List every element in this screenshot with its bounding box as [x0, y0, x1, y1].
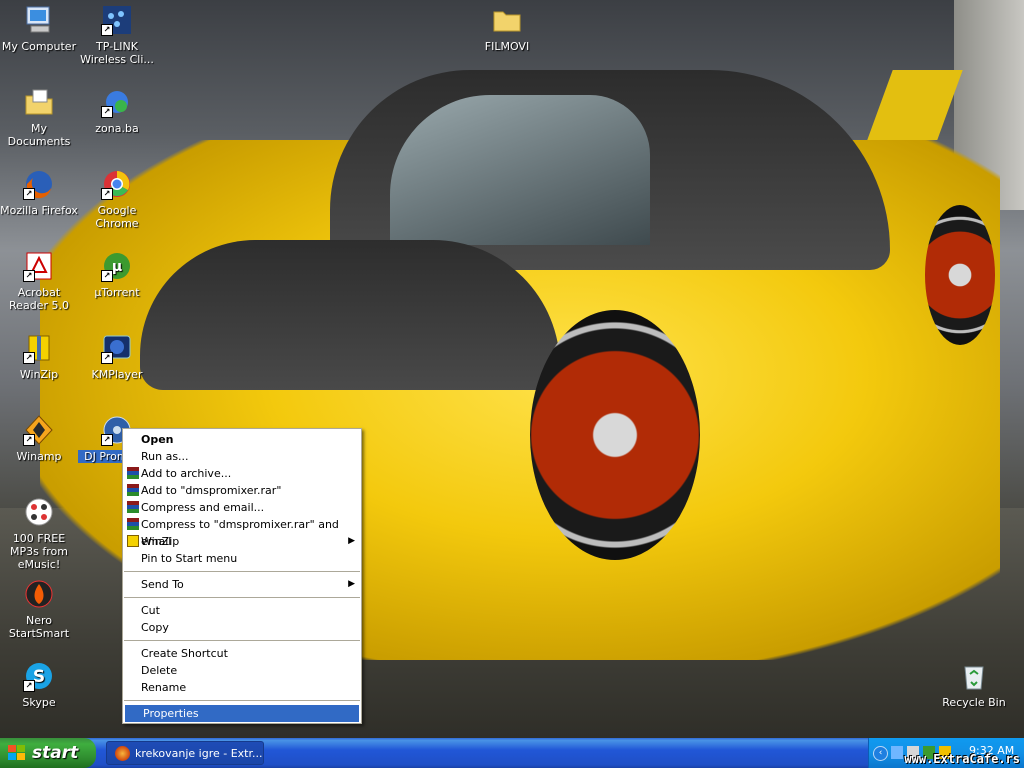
desktop-icon-my-documents[interactable]: My Documents	[0, 86, 78, 148]
desktop-icon-emusic[interactable]: 100 FREE MP3s from eMusic!	[0, 496, 78, 571]
winamp-icon: ↗	[23, 414, 55, 446]
watermark: www.ExtraCafe.rs	[904, 752, 1020, 766]
network-shortcut-icon: ↗	[101, 86, 133, 118]
winrar-icon	[127, 501, 139, 513]
windows-logo-icon	[8, 745, 26, 761]
desktop-icon-kmplayer[interactable]: ↗ KMPlayer	[78, 332, 156, 381]
menu-item-compress-and-email[interactable]: Compress and email...	[123, 499, 361, 516]
firefox-icon: ↗	[23, 168, 55, 200]
computer-icon	[23, 4, 55, 36]
winrar-icon	[127, 484, 139, 496]
desktop[interactable]: My Computer ↗ TP-LINK Wireless Cli... FI…	[0, 0, 1024, 738]
submenu-arrow-icon: ▶	[348, 536, 355, 546]
desktop-icon-utorrent[interactable]: µ ↗ µTorrent	[78, 250, 156, 299]
shortcut-arrow-icon: ↗	[23, 352, 35, 364]
svg-text:µ: µ	[112, 259, 122, 275]
shortcut-arrow-icon: ↗	[101, 434, 113, 446]
menu-separator	[124, 640, 360, 641]
winrar-icon	[127, 518, 139, 530]
menu-item-create-shortcut[interactable]: Create Shortcut	[123, 645, 361, 662]
skype-icon: S ↗	[23, 660, 55, 692]
menu-item-open[interactable]: Open	[123, 431, 361, 448]
kmplayer-icon: ↗	[101, 332, 133, 364]
start-button[interactable]: start	[0, 738, 96, 768]
desktop-icon-my-computer[interactable]: My Computer	[0, 4, 78, 53]
shortcut-arrow-icon: ↗	[23, 434, 35, 446]
wallpaper-spoiler	[867, 70, 963, 140]
menu-item-compress-to-rar-and-email[interactable]: Compress to "dmspromixer.rar" and email	[123, 516, 361, 548]
menu-item-pin-to-start-menu[interactable]: Pin to Start menu	[123, 550, 361, 567]
context-menu: Open Run as... Add to archive... Add to …	[122, 428, 362, 724]
shortcut-arrow-icon: ↗	[101, 352, 113, 364]
acrobat-icon: ↗	[23, 250, 55, 282]
network-icon[interactable]	[891, 746, 903, 759]
desktop-icon-winzip[interactable]: ↗ WinZip	[0, 332, 78, 381]
menu-separator	[124, 597, 360, 598]
winzip-icon	[127, 535, 139, 547]
start-label: start	[32, 743, 79, 763]
menu-item-add-to-archive[interactable]: Add to archive...	[123, 465, 361, 482]
taskbar: start krekovanje igre - Extr... ‹ 9:32 A…	[0, 738, 1024, 768]
emusic-icon	[23, 496, 55, 528]
desktop-icon-google-chrome[interactable]: ↗ Google Chrome	[78, 168, 156, 230]
submenu-arrow-icon: ▶	[348, 579, 355, 589]
taskbar-button-firefox-window[interactable]: krekovanje igre - Extr...	[106, 741, 264, 765]
recycle-bin-icon	[958, 660, 990, 692]
menu-item-run-as[interactable]: Run as...	[123, 448, 361, 465]
chrome-icon: ↗	[101, 168, 133, 200]
shortcut-arrow-icon: ↗	[23, 680, 35, 692]
shortcut-arrow-icon: ↗	[101, 106, 113, 118]
shortcut-arrow-icon: ↗	[23, 270, 35, 282]
wallpaper-rear-wheel	[925, 205, 995, 345]
desktop-icon-skype[interactable]: S ↗ Skype	[0, 660, 78, 709]
show-hidden-icons-chevron-icon[interactable]: ‹	[873, 746, 888, 761]
desktop-icon-filmovi[interactable]: FILMOVI	[468, 4, 546, 53]
menu-item-send-to[interactable]: Send To ▶	[123, 576, 361, 593]
wallpaper-front-wheel	[530, 310, 700, 560]
wallpaper-car-hood	[140, 240, 560, 390]
taskbar-button-label: krekovanje igre - Extr...	[135, 747, 263, 760]
desktop-icon-mozilla-firefox[interactable]: ↗ Mozilla Firefox	[0, 168, 78, 217]
shortcut-arrow-icon: ↗	[101, 188, 113, 200]
menu-item-properties[interactable]: Properties	[125, 705, 359, 722]
shortcut-arrow-icon: ↗	[101, 24, 113, 36]
desktop-icon-acrobat-reader[interactable]: ↗ Acrobat Reader 5.0	[0, 250, 78, 312]
menu-item-delete[interactable]: Delete	[123, 662, 361, 679]
nero-flame-icon	[23, 578, 55, 610]
shortcut-arrow-icon: ↗	[23, 188, 35, 200]
menu-item-cut[interactable]: Cut	[123, 602, 361, 619]
wireless-client-icon: ↗	[101, 4, 133, 36]
utorrent-icon: µ ↗	[101, 250, 133, 282]
desktop-icon-zona-ba[interactable]: ↗ zona.ba	[78, 86, 156, 135]
folder-icon	[491, 4, 523, 36]
menu-separator	[124, 700, 360, 701]
desktop-icon-tp-link[interactable]: ↗ TP-LINK Wireless Cli...	[78, 4, 156, 66]
winrar-icon	[127, 467, 139, 479]
desktop-icon-recycle-bin[interactable]: Recycle Bin	[935, 660, 1013, 709]
menu-item-rename[interactable]: Rename	[123, 679, 361, 696]
firefox-icon	[115, 746, 130, 761]
desktop-icon-winamp[interactable]: ↗ Winamp	[0, 414, 78, 463]
shortcut-arrow-icon: ↗	[101, 270, 113, 282]
winzip-icon: ↗	[23, 332, 55, 364]
menu-item-winzip[interactable]: WinZip ▶	[123, 533, 361, 550]
documents-folder-icon	[23, 86, 55, 118]
desktop-icon-nero-startsmart[interactable]: Nero StartSmart	[0, 578, 78, 640]
menu-separator	[124, 571, 360, 572]
menu-item-add-to-rar[interactable]: Add to "dmspromixer.rar"	[123, 482, 361, 499]
menu-item-copy[interactable]: Copy	[123, 619, 361, 636]
wallpaper-windshield	[390, 95, 650, 245]
